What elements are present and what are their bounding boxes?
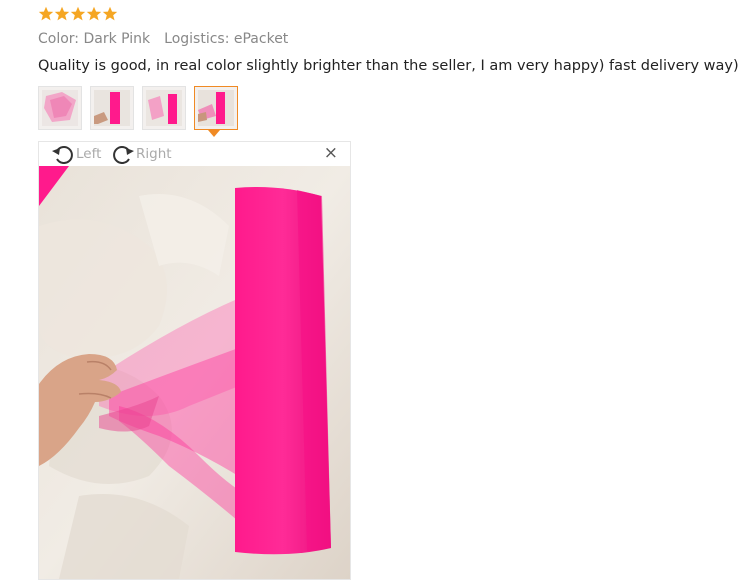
review-photo bbox=[39, 166, 350, 579]
star-icon bbox=[102, 6, 118, 21]
rotate-left-icon bbox=[52, 146, 73, 164]
rotate-left-button[interactable]: Left bbox=[51, 144, 101, 164]
review-thumbnail[interactable] bbox=[142, 86, 186, 130]
image-viewer: Left Right × bbox=[38, 141, 351, 580]
star-icon bbox=[54, 6, 70, 21]
review-thumbnail-selected[interactable] bbox=[194, 86, 238, 130]
selected-thumbnail-caret bbox=[208, 130, 220, 137]
review-thumbnails bbox=[38, 86, 246, 130]
order-meta: Color: Dark Pink Logistics: ePacket bbox=[38, 31, 288, 47]
rotate-right-icon bbox=[113, 146, 134, 164]
rotate-right-label: Right bbox=[136, 146, 172, 162]
review-text: Quality is good, in real color slightly … bbox=[38, 58, 739, 74]
color-option: Color: Dark Pink bbox=[38, 31, 151, 47]
logistics-option: Logistics: ePacket bbox=[164, 31, 289, 47]
rotate-right-button[interactable]: Right bbox=[111, 144, 172, 164]
star-icon bbox=[38, 6, 54, 21]
viewer-toolbar: Left Right × bbox=[39, 142, 350, 166]
rating-stars bbox=[38, 6, 118, 22]
star-icon bbox=[86, 6, 102, 21]
review-thumbnail[interactable] bbox=[38, 86, 82, 130]
rotate-left-label: Left bbox=[76, 146, 102, 162]
star-icon bbox=[70, 6, 86, 21]
review-thumbnail[interactable] bbox=[90, 86, 134, 130]
review-photo-image bbox=[39, 166, 350, 579]
close-viewer-button[interactable]: × bbox=[324, 145, 338, 162]
